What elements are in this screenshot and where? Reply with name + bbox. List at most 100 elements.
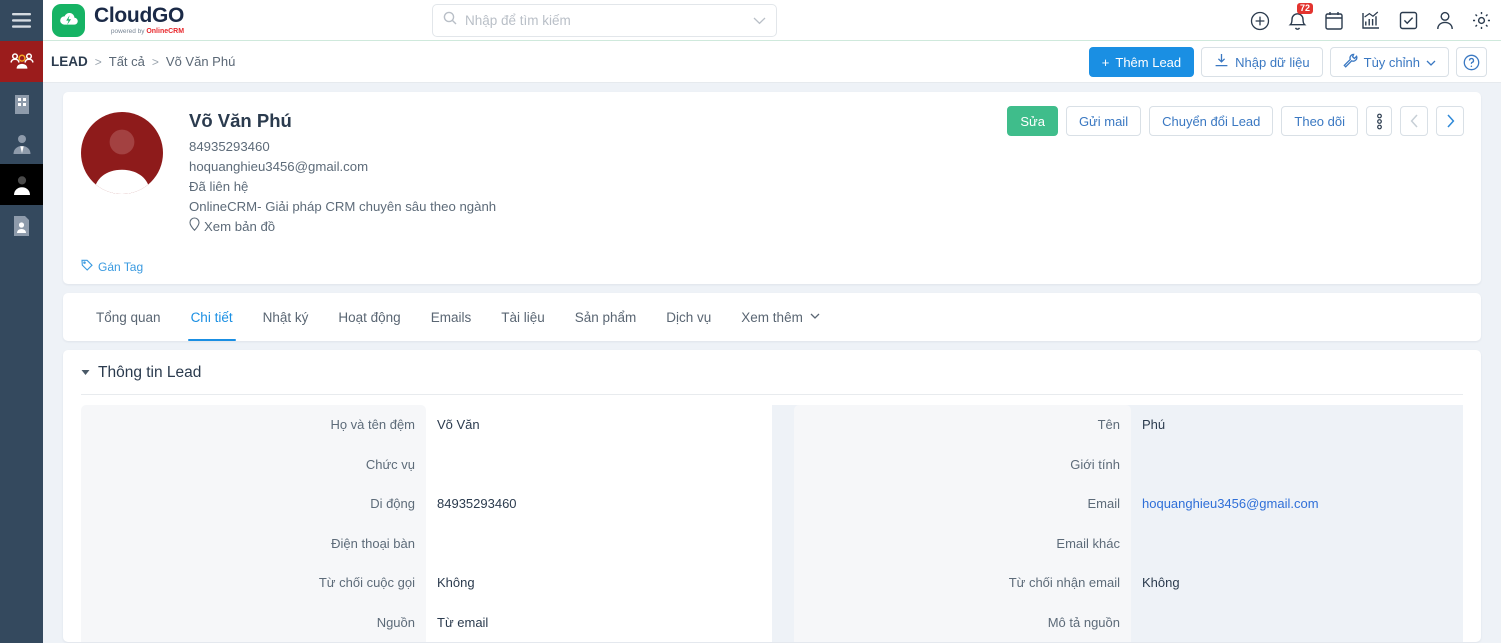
fields-column-right: Tên Phú Giới tính Email hoquanghieu3456@gm…: [772, 405, 1463, 642]
task-check-icon[interactable]: [1399, 11, 1418, 30]
field-value[interactable]: Phú: [1131, 417, 1165, 432]
field-row: Điện thoại bàn: [81, 523, 772, 563]
right-pane: CloudGO powered by OnlineCRM Nhập để tìm…: [43, 0, 1501, 643]
app-logo[interactable]: CloudGO powered by OnlineCRM: [52, 3, 185, 37]
topbar: CloudGO powered by OnlineCRM Nhập để tìm…: [43, 0, 1501, 41]
bell-icon[interactable]: 72: [1288, 2, 1314, 31]
field-value[interactable]: Không: [426, 575, 475, 590]
gear-icon[interactable]: [1472, 11, 1491, 30]
profile-company: OnlineCRM- Giải pháp CRM chuyên sâu theo…: [189, 199, 497, 214]
section-header[interactable]: Thông tin Lead: [81, 364, 1463, 394]
person-tie-icon: [11, 133, 33, 155]
field-row: Chức vụ: [81, 444, 772, 484]
tab-xem-them[interactable]: Xem thêm: [726, 293, 835, 341]
field-label: Chức vụ: [81, 444, 426, 484]
download-icon: [1214, 53, 1229, 71]
breadcrumb-separator: >: [94, 54, 102, 69]
field-label: Tên: [794, 405, 1131, 445]
chevron-down-icon[interactable]: [753, 12, 766, 30]
tab-hoat-dong[interactable]: Hoạt động: [323, 293, 415, 341]
follow-button[interactable]: Theo dõi: [1281, 106, 1358, 136]
field-row: Từ chối nhận email Không: [794, 563, 1463, 603]
search-icon: [443, 11, 457, 30]
people-group-icon: [9, 52, 34, 72]
field-value[interactable]: 84935293460: [426, 496, 517, 511]
profile-status: Đã liên hệ: [189, 179, 249, 194]
view-map-label: Xem bản đồ: [204, 219, 276, 234]
send-mail-button[interactable]: Gửi mail: [1065, 106, 1142, 136]
fields-grid: Họ và tên đệm Võ Văn Chức vụ Di động 84935…: [81, 405, 1463, 642]
tag-icon: [81, 259, 93, 274]
tab-tong-quan[interactable]: Tổng quan: [81, 293, 176, 341]
field-label: Email: [794, 484, 1131, 524]
document-person-icon: [12, 215, 31, 237]
tab-tai-lieu[interactable]: Tài liệu: [486, 293, 560, 341]
avatar: [81, 112, 163, 194]
import-data-button[interactable]: Nhập dữ liệu: [1201, 47, 1323, 77]
breadcrumb-separator: >: [151, 54, 159, 69]
field-value-email-link[interactable]: hoquanghieu3456@gmail.com: [1131, 496, 1319, 511]
tab-nhat-ky[interactable]: Nhật ký: [248, 293, 324, 341]
profile-email: hoquanghieu3456@gmail.com: [189, 159, 369, 174]
field-row: Mô tả nguồn: [794, 602, 1463, 642]
chart-icon[interactable]: [1361, 11, 1381, 30]
add-circle-icon[interactable]: [1250, 11, 1270, 31]
view-map-link[interactable]: Xem bản đồ: [189, 217, 496, 237]
profile-info: Võ Văn Phú 84935293460 hoquanghieu3456@g…: [189, 110, 496, 237]
menu-toggle-button[interactable]: [0, 0, 43, 41]
sidebar-item-lead[interactable]: [0, 164, 43, 205]
tab-emails[interactable]: Emails: [416, 293, 487, 341]
field-row: Tên Phú: [794, 405, 1463, 445]
calendar-icon[interactable]: [1325, 11, 1343, 30]
field-label: Giới tính: [794, 444, 1131, 484]
search-placeholder: Nhập để tìm kiếm: [465, 13, 571, 28]
field-label: Email khác: [794, 523, 1131, 563]
logo-subtitle: powered by OnlineCRM: [110, 27, 185, 35]
sidebar-item-contacts-group[interactable]: [0, 41, 43, 82]
field-row: Di động 84935293460: [81, 484, 772, 524]
avatar-person-icon: [94, 129, 150, 194]
add-lead-button[interactable]: + Thêm Lead: [1088, 47, 1195, 77]
assign-tag-label: Gán Tag: [98, 259, 144, 274]
breadcrumb-all[interactable]: Tất cả: [109, 54, 145, 69]
person-icon: [11, 174, 33, 196]
sidebar-item-customer[interactable]: [0, 123, 43, 164]
section-title: Thông tin Lead: [98, 364, 202, 381]
search-input[interactable]: Nhập để tìm kiếm: [432, 4, 777, 37]
previous-record-button[interactable]: [1400, 106, 1428, 136]
user-icon[interactable]: [1436, 11, 1454, 30]
more-options-button[interactable]: [1366, 106, 1392, 136]
field-row: Nguồn Từ email: [81, 602, 772, 642]
tab-bar: Tổng quan Chi tiết Nhật ký Hoạt động Ema…: [63, 293, 1481, 341]
assign-tag-link[interactable]: Gán Tag: [81, 259, 143, 274]
help-circle-icon: [1463, 54, 1480, 70]
sidebar-item-company[interactable]: [0, 82, 43, 123]
tab-chi-tiet[interactable]: Chi tiết: [176, 293, 248, 341]
customize-label: Tùy chỉnh: [1363, 54, 1420, 70]
import-data-label: Nhập dữ liệu: [1235, 54, 1310, 70]
field-label: Từ chối nhận email: [794, 563, 1131, 603]
next-record-button[interactable]: [1436, 106, 1464, 136]
app-root: CloudGO powered by OnlineCRM Nhập để tìm…: [0, 0, 1501, 643]
help-button[interactable]: [1456, 47, 1487, 77]
field-row: Email khác: [794, 523, 1463, 563]
tab-dich-vu[interactable]: Dịch vụ: [651, 293, 726, 341]
wrench-icon: [1343, 53, 1358, 71]
plus-icon: +: [1101, 54, 1110, 70]
field-label: Nguồn: [81, 602, 426, 642]
field-row: Họ và tên đệm Võ Văn: [81, 405, 772, 445]
left-rail: [0, 0, 43, 643]
field-label: Di động: [81, 484, 426, 524]
tab-san-pham[interactable]: Sản phẩm: [560, 293, 652, 341]
customize-button[interactable]: Tùy chỉnh: [1329, 47, 1449, 77]
breadcrumb-root[interactable]: LEAD: [51, 54, 88, 69]
sidebar-item-document[interactable]: [0, 205, 43, 246]
add-lead-label: Thêm Lead: [1115, 54, 1182, 70]
notification-badge: 72: [1297, 2, 1314, 15]
field-value[interactable]: Không: [1131, 575, 1180, 590]
convert-lead-button[interactable]: Chuyển đổi Lead: [1149, 106, 1274, 136]
edit-button[interactable]: Sửa: [1007, 106, 1058, 136]
vertical-dots-icon: [1376, 113, 1382, 129]
field-value[interactable]: Từ email: [426, 615, 488, 630]
field-value[interactable]: Võ Văn: [426, 417, 480, 432]
